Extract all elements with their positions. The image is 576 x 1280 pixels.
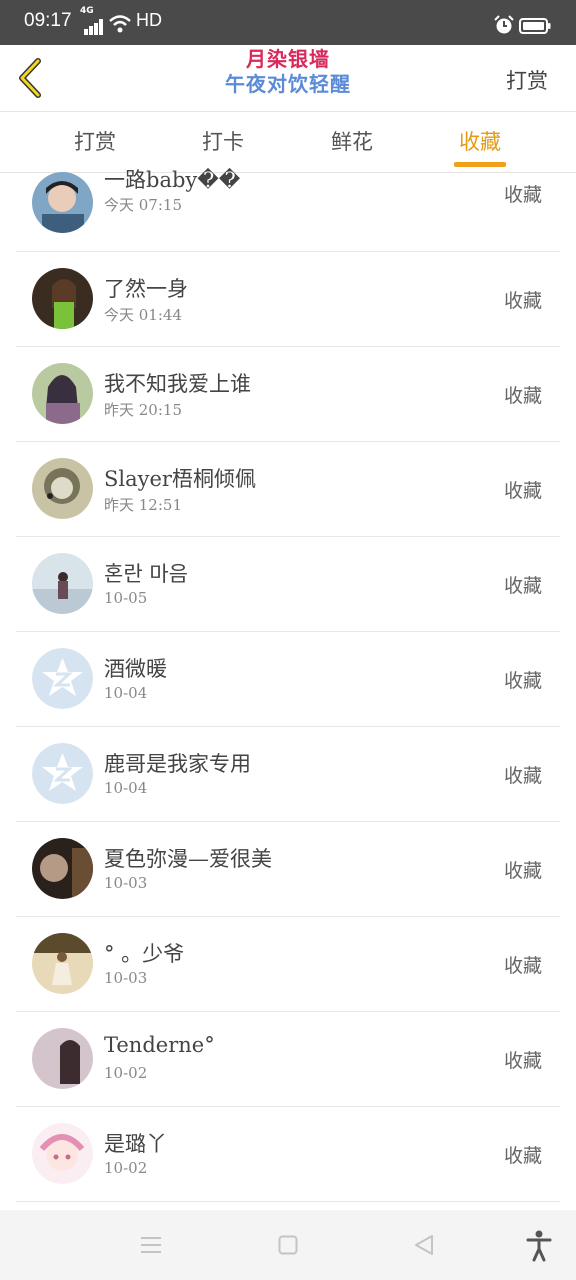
item-time: 10-02 [104, 1064, 148, 1082]
item-time: 昨天 20:15 [104, 401, 182, 419]
user-name: 夏色弥漫—爱很美 [104, 847, 272, 871]
favorite-button[interactable]: 收藏 [504, 856, 542, 883]
user-name: 酒微暖 [104, 657, 167, 681]
user-name: 是璐丫 [104, 1132, 167, 1156]
item-time: 10-03 [104, 969, 148, 987]
list-item[interactable]: Tenderne° 10-02 收藏 [16, 1011, 560, 1107]
user-avatar [32, 172, 93, 233]
user-name: 了然一身 [104, 277, 188, 301]
item-time: 今天 01:44 [104, 306, 182, 324]
tab-favorites[interactable]: 收藏 [430, 126, 530, 156]
favorite-button[interactable]: 收藏 [504, 286, 542, 313]
network-type: 4G [80, 6, 94, 16]
home-icon[interactable] [278, 1235, 298, 1255]
item-time: 10-03 [104, 874, 148, 892]
list-item[interactable]: 了然一身 今天 01:44 收藏 [16, 251, 560, 347]
user-avatar [32, 838, 93, 899]
user-avatar [32, 1123, 93, 1184]
list-item[interactable]: 鹿哥是我家专用 10-04 收藏 [16, 726, 560, 822]
favorite-button[interactable]: 收藏 [504, 1141, 542, 1168]
user-avatar [32, 268, 93, 329]
favorite-button[interactable]: 收藏 [504, 1046, 542, 1073]
menu-icon[interactable] [140, 1236, 162, 1254]
favorite-button[interactable]: 收藏 [504, 180, 542, 207]
status-time: 09:17 [24, 10, 72, 31]
item-time: 10-04 [104, 779, 148, 797]
list-item[interactable]: 一路baby�� 今天 07:15 收藏 [16, 158, 560, 252]
item-time: 昨天 12:51 [104, 496, 182, 514]
favorite-button[interactable]: 收藏 [504, 476, 542, 503]
list-item[interactable]: 我不知我爱上谁 昨天 20:15 收藏 [16, 346, 560, 442]
tab-reward[interactable]: 打赏 [45, 126, 145, 156]
list-item[interactable]: ° 。少爷 10-03 收藏 [16, 916, 560, 1012]
user-avatar [32, 1028, 93, 1089]
status-bar: 09:17 4G HD [0, 0, 576, 45]
favorite-button[interactable]: 收藏 [504, 571, 542, 598]
header: 月染银墙 午夜对饮轻醒 打赏 [0, 45, 576, 112]
wifi-icon [109, 15, 131, 33]
list-item[interactable]: 是璐丫 10-02 收藏 [16, 1106, 560, 1202]
user-name: ° 。少爷 [104, 942, 185, 966]
back-icon[interactable] [14, 57, 46, 99]
user-name: 一路baby�� [104, 168, 241, 192]
list-item[interactable]: 혼란 마음 10-05 收藏 [16, 536, 560, 632]
user-name: 鹿哥是我家专用 [104, 752, 251, 776]
brand-bottom-text: 午夜对饮轻醒 [225, 72, 351, 96]
hd-indicator: HD [136, 10, 162, 30]
item-time: 今天 07:15 [104, 196, 182, 214]
reward-button[interactable]: 打赏 [506, 65, 548, 95]
tab-checkin[interactable]: 打卡 [173, 126, 273, 156]
list-item[interactable]: Slayer梧桐倾佩 昨天 12:51 收藏 [16, 441, 560, 537]
favorite-button[interactable]: 收藏 [504, 666, 542, 693]
favorite-button[interactable]: 收藏 [504, 381, 542, 408]
list-item[interactable]: 酒微暖 10-04 收藏 [16, 631, 560, 727]
signal-icon [84, 19, 104, 35]
alarm-icon [494, 15, 514, 34]
user-avatar [32, 363, 93, 424]
brand-top-text: 月染银墙 [246, 47, 330, 71]
brand-logo: 月染银墙 午夜对饮轻醒 [200, 47, 376, 97]
user-avatar [32, 553, 93, 614]
battery-icon [519, 18, 551, 34]
item-time: 10-04 [104, 684, 148, 702]
favorite-button[interactable]: 收藏 [504, 761, 542, 788]
user-name: Tenderne° [104, 1033, 215, 1057]
accessibility-icon[interactable] [526, 1230, 552, 1262]
favorite-button[interactable]: 收藏 [504, 951, 542, 978]
user-avatar [32, 458, 93, 519]
default-avatar-icon [32, 743, 93, 804]
system-nav-bar [0, 1210, 576, 1280]
user-name: 我不知我爱上谁 [104, 372, 251, 396]
list-item[interactable]: 夏色弥漫—爱很美 10-03 收藏 [16, 821, 560, 917]
item-time: 10-05 [104, 589, 148, 607]
user-name: 혼란 마음 [104, 562, 188, 586]
default-avatar-icon [32, 648, 93, 709]
user-name: Slayer梧桐倾佩 [104, 467, 256, 491]
tab-flowers[interactable]: 鲜花 [302, 126, 402, 156]
user-avatar [32, 933, 93, 994]
item-time: 10-02 [104, 1159, 148, 1177]
back-nav-icon[interactable] [413, 1234, 435, 1256]
